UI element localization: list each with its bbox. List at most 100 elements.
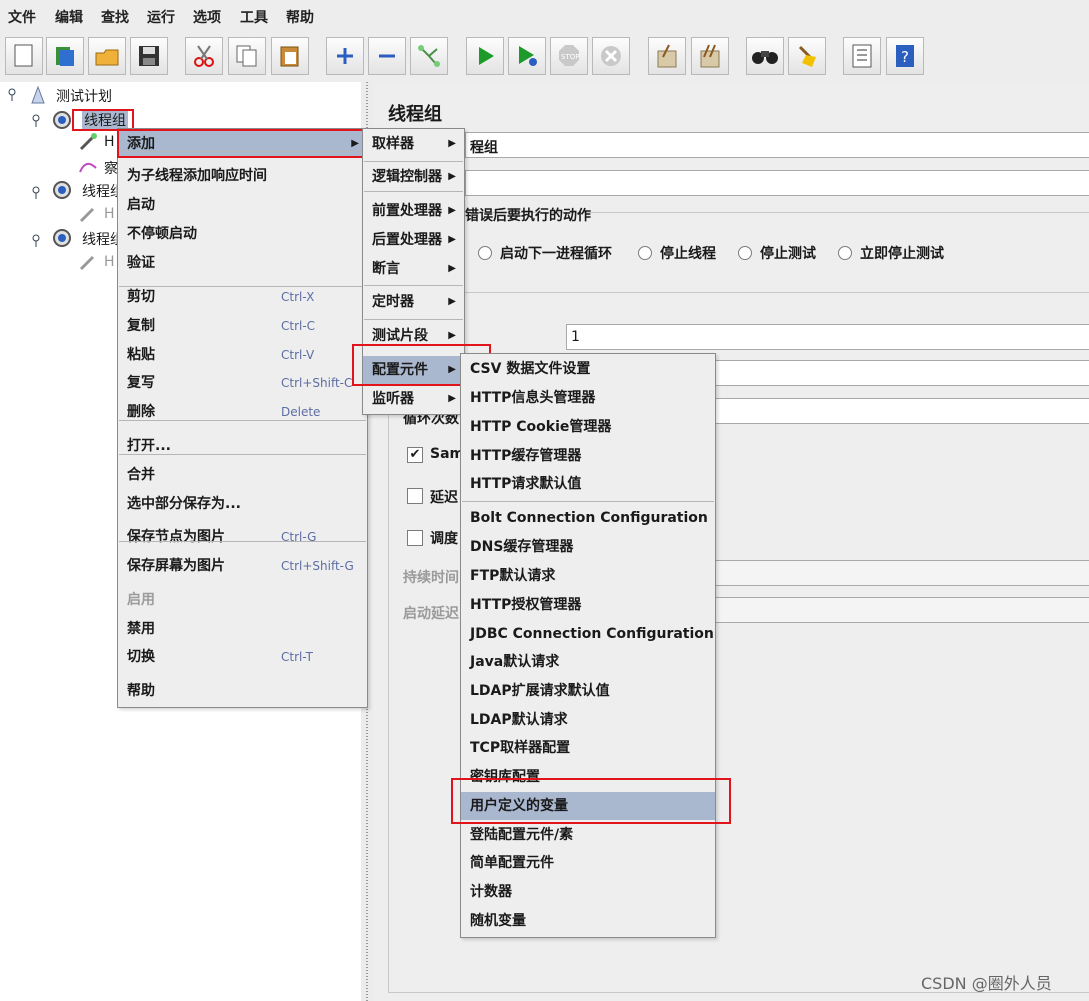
menu-item-label: HTTP请求默认值: [470, 476, 582, 492]
context-menu-item[interactable]: 删除 Delete: [118, 398, 367, 426]
add-submenu-item[interactable]: 断言 ▶: [363, 255, 464, 283]
context-menu-item[interactable]: 复写 Ctrl+Shift-C: [118, 369, 367, 397]
function-helper-icon[interactable]: [843, 37, 881, 75]
menu-file[interactable]: 文件: [8, 7, 36, 27]
start-no-pause-icon[interactable]: [508, 37, 546, 75]
config-submenu-item[interactable]: HTTP Cookie管理器: [461, 413, 715, 441]
context-menu-item[interactable]: 保存屏幕为图片 Ctrl+Shift-G: [118, 552, 367, 580]
context-menu-item[interactable]: 切换 Ctrl-T: [118, 643, 367, 671]
tree-node-listener[interactable]: 察: [104, 158, 118, 178]
open-icon[interactable]: [88, 37, 126, 75]
config-submenu-item[interactable]: FTP默认请求: [461, 562, 715, 590]
tree-handle-icon[interactable]: [32, 186, 46, 200]
tree-handle-icon[interactable]: [32, 114, 46, 128]
menu-options[interactable]: 选项: [193, 7, 221, 27]
search-icon[interactable]: [746, 37, 784, 75]
config-submenu-item[interactable]: 登陆配置元件/素: [461, 821, 715, 849]
context-menu-item[interactable]: 剪切 Ctrl-X: [118, 283, 367, 311]
context-menu-item[interactable]: 不停顿启动: [118, 220, 367, 248]
scheduler-checkbox[interactable]: [407, 530, 423, 546]
clear-icon[interactable]: [648, 37, 686, 75]
menu-item-label: 计数器: [470, 884, 512, 900]
context-menu-item[interactable]: 打开...: [118, 432, 367, 460]
add-submenu-item[interactable]: 逻辑控制器 ▶: [363, 163, 464, 191]
tree-node-http-2[interactable]: H: [104, 206, 115, 222]
save-icon[interactable]: [130, 37, 168, 75]
reset-search-icon[interactable]: [788, 37, 826, 75]
cut-icon[interactable]: [185, 37, 223, 75]
menu-search[interactable]: 查找: [101, 7, 129, 27]
shutdown-icon[interactable]: [592, 37, 630, 75]
config-submenu-item[interactable]: Bolt Connection Configuration: [461, 504, 715, 532]
delay-label: 延迟: [430, 490, 458, 506]
delay-checkbox[interactable]: [407, 488, 423, 504]
new-icon[interactable]: [5, 37, 43, 75]
menu-edit[interactable]: 编辑: [55, 7, 83, 27]
radio-stop-test-now[interactable]: [838, 246, 852, 260]
config-submenu-item[interactable]: LDAP默认请求: [461, 706, 715, 734]
comments-field[interactable]: [465, 170, 1089, 196]
add-submenu-item[interactable]: 取样器 ▶: [363, 130, 464, 158]
radio-stop-test[interactable]: [738, 246, 752, 260]
threads-field[interactable]: 1: [566, 324, 1089, 350]
config-submenu-item[interactable]: TCP取样器配置: [461, 734, 715, 762]
toggle-icon[interactable]: [410, 37, 448, 75]
add-submenu-item[interactable]: 定时器 ▶: [363, 288, 464, 316]
add-submenu-item[interactable]: 监听器 ▶: [363, 385, 464, 413]
context-menu-item[interactable]: 验证: [118, 249, 367, 277]
config-submenu-item[interactable]: HTTP请求默认值: [461, 470, 715, 498]
paste-icon[interactable]: [271, 37, 309, 75]
tree-node-http-3[interactable]: H: [104, 254, 115, 270]
tree-node-test-plan[interactable]: 测试计划: [56, 86, 112, 106]
radio-stop-thread[interactable]: [638, 246, 652, 260]
collapse-icon[interactable]: [368, 37, 406, 75]
add-submenu-item[interactable]: 前置处理器 ▶: [363, 197, 464, 225]
context-menu-item[interactable]: 保存节点为图片 Ctrl-G: [118, 523, 367, 551]
config-submenu-item[interactable]: HTTP授权管理器: [461, 591, 715, 619]
config-submenu-item[interactable]: Java默认请求: [461, 648, 715, 676]
context-menu-item[interactable]: 帮助: [118, 677, 367, 705]
config-submenu-item[interactable]: 计数器: [461, 878, 715, 906]
sampler-icon: [79, 207, 95, 223]
tree-node-http[interactable]: H: [104, 134, 115, 150]
config-submenu-item[interactable]: CSV 数据文件设置: [461, 355, 715, 383]
copy-icon[interactable]: [228, 37, 266, 75]
radio-label: 停止线程: [660, 246, 716, 262]
name-field[interactable]: 程组: [465, 132, 1089, 158]
context-menu-item[interactable]: 启用: [118, 586, 367, 614]
add-submenu-item[interactable]: 后置处理器 ▶: [363, 226, 464, 254]
menu-tools[interactable]: 工具: [240, 7, 268, 27]
context-menu-item[interactable]: 启动: [118, 191, 367, 219]
menu-help[interactable]: 帮助: [286, 7, 314, 27]
help-icon[interactable]: ?: [886, 37, 924, 75]
same-user-checkbox[interactable]: ✔: [407, 447, 423, 463]
stop-icon[interactable]: STOP: [550, 37, 588, 75]
config-submenu-item[interactable]: LDAP扩展请求默认值: [461, 677, 715, 705]
clear-all-icon[interactable]: [691, 37, 729, 75]
submenu-arrow-icon: ▶: [448, 263, 456, 274]
context-menu-item[interactable]: 为子线程添加响应时间: [118, 162, 367, 190]
start-icon[interactable]: [466, 37, 504, 75]
config-submenu-item[interactable]: JDBC Connection Configuration: [461, 620, 715, 648]
config-submenu-item[interactable]: HTTP信息头管理器: [461, 384, 715, 412]
config-submenu-item[interactable]: HTTP缓存管理器: [461, 442, 715, 470]
tree-handle-icon[interactable]: [8, 88, 22, 102]
menu-item-label: 监听器: [372, 391, 414, 407]
context-menu-item[interactable]: 粘贴 Ctrl-V: [118, 341, 367, 369]
config-submenu-item[interactable]: DNS缓存管理器: [461, 533, 715, 561]
templates-icon[interactable]: [46, 37, 84, 75]
expand-icon[interactable]: [326, 37, 364, 75]
radio-continue-next-loop[interactable]: [478, 246, 492, 260]
watermark: CSDN @圈外人员: [921, 974, 1052, 993]
context-menu-item[interactable]: 禁用: [118, 615, 367, 643]
context-menu-item[interactable]: 复制 Ctrl-C: [118, 312, 367, 340]
menu-separator: [364, 191, 463, 192]
menu-run[interactable]: 运行: [147, 7, 175, 27]
config-submenu-item[interactable]: 随机变量: [461, 907, 715, 935]
config-submenu-item[interactable]: 简单配置元件: [461, 849, 715, 877]
tree-handle-icon[interactable]: [32, 234, 46, 248]
menu-separator: [119, 541, 366, 542]
context-menu-item[interactable]: 合并: [118, 461, 367, 489]
context-menu-item[interactable]: 选中部分保存为...: [118, 490, 367, 518]
menu-item-label: 打开...: [127, 438, 171, 454]
